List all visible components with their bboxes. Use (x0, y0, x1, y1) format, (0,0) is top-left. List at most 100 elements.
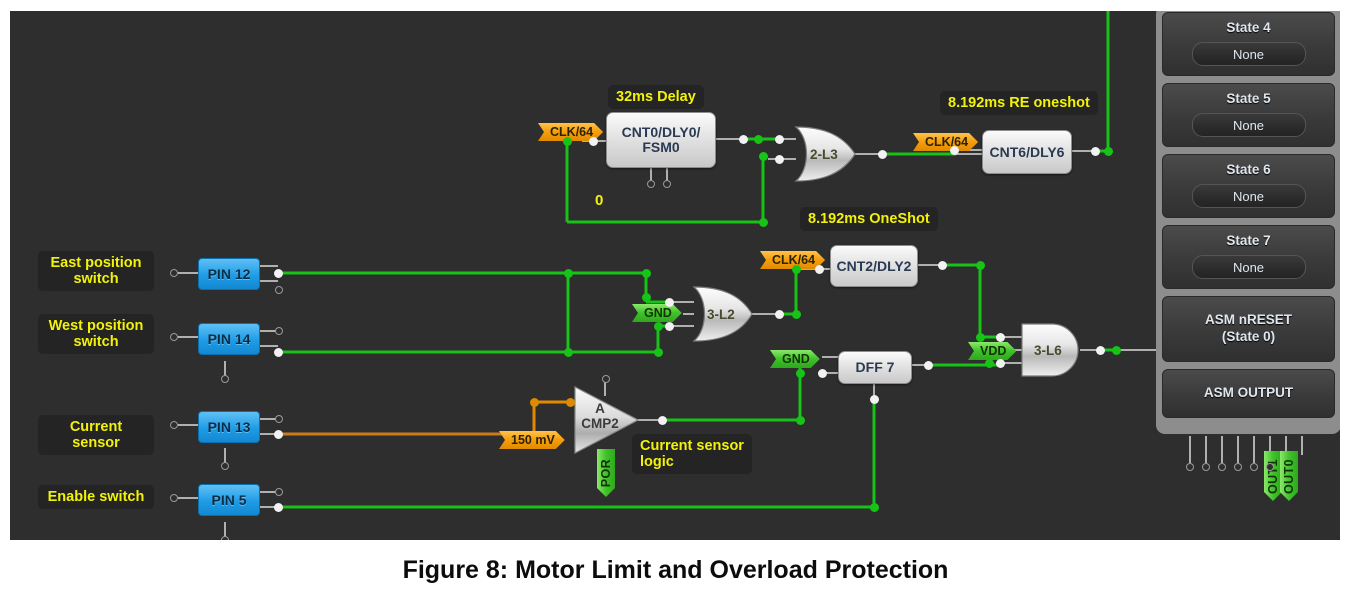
cnt0-out-junction-node[interactable] (754, 135, 763, 144)
pin-12-out-node-a[interactable] (274, 269, 283, 278)
gate-3l6-out-junction[interactable] (1112, 346, 1121, 355)
pin-5-input-node[interactable] (170, 494, 178, 502)
figure-caption: Figure 8: Motor Limit and Overload Prote… (402, 556, 949, 584)
label-current-sensor: Current sensor (38, 415, 154, 455)
pin-12-out-node-b[interactable] (275, 286, 283, 294)
cnt6-clk-input-node[interactable] (950, 146, 959, 155)
crossrail-bottom-junction[interactable] (564, 348, 573, 357)
comparator-top-node[interactable] (602, 375, 610, 383)
asm-nreset-card[interactable]: ASM nRESET (State 0) (1162, 296, 1335, 362)
asm-state-panel: State 4 None State 5 None State 6 None S… (1156, 11, 1340, 434)
comparator-in-junction-a[interactable] (530, 398, 539, 407)
comparator-out-junction[interactable] (796, 416, 805, 425)
cnt6-out-junction-node[interactable] (1104, 147, 1113, 156)
pin-5-bottom-node[interactable] (221, 536, 229, 540)
gate-2l3-input-b-node[interactable] (775, 155, 784, 164)
pin-13-bottom-node[interactable] (221, 462, 229, 470)
gate-3l6-out-node[interactable] (1096, 346, 1105, 355)
gate-3l6-input-c-junction[interactable] (985, 359, 994, 368)
schematic-canvas: 32ms Delay 8.192ms RE oneshot 8.192ms On… (10, 11, 1340, 540)
tag-out1[interactable]: OUT1 (1264, 451, 1282, 501)
pin-13-input-node[interactable] (170, 421, 178, 429)
asm-output-pin-1[interactable] (1186, 463, 1194, 471)
gate-3l2-out-node[interactable] (775, 310, 784, 319)
block-cnt6-dly6[interactable]: CNT6/DLY6 (982, 130, 1072, 174)
state-7-value[interactable]: None (1191, 255, 1306, 279)
tag-gnd-dff7[interactable]: GND (770, 350, 820, 368)
state-5-value[interactable]: None (1191, 113, 1306, 137)
clk64-junction-node[interactable] (563, 137, 572, 146)
annotation-zero: 0 (595, 192, 604, 209)
pin12-rail-junction[interactable] (642, 269, 651, 278)
zero-rail-junction-node[interactable] (759, 218, 768, 227)
state-6-value[interactable]: None (1191, 184, 1306, 208)
gate-3l2-out-junction[interactable] (792, 310, 801, 319)
cnt0-bottom-node-a[interactable] (647, 180, 655, 188)
pin-14-out-node-a[interactable] (275, 327, 283, 335)
tag-vdd-3l6[interactable]: VDD (968, 342, 1016, 360)
state-6-card[interactable]: State 6 None (1162, 154, 1335, 218)
state-4-card[interactable]: State 4 None (1162, 12, 1335, 76)
asm-output-pin-6[interactable] (1266, 463, 1274, 471)
gate-3l2-input-a-junction[interactable] (642, 293, 651, 302)
tag-out0[interactable]: OUT0 (1280, 451, 1298, 501)
tag-por[interactable]: POR (597, 449, 615, 497)
block-cnt2-dly2[interactable]: CNT2/DLY2 (830, 245, 918, 287)
cnt2-out-node[interactable] (938, 261, 947, 270)
comparator-in-junction-b[interactable] (566, 398, 575, 407)
gate-3l6-input-c-node[interactable] (996, 359, 1005, 368)
pin-5-out-node-b[interactable] (274, 503, 283, 512)
dff7-bottom-node[interactable] (870, 395, 879, 404)
comparator-out-node[interactable] (658, 416, 667, 425)
pin-13-out-node-a[interactable] (275, 415, 283, 423)
tag-gnd-3l2[interactable]: GND (632, 304, 682, 322)
cnt6-out-node[interactable] (1091, 147, 1100, 156)
pin-5-out-node-a[interactable] (275, 488, 283, 496)
gate-2l3-out-node[interactable] (878, 150, 887, 159)
crossrail-top-junction[interactable] (564, 269, 573, 278)
gate-3l6-input-a-junction[interactable] (976, 333, 985, 342)
state-7-card[interactable]: State 7 None (1162, 225, 1335, 289)
asm-output-pin-4[interactable] (1234, 463, 1242, 471)
pin-14-bottom-node[interactable] (221, 375, 229, 383)
cnt2-out-junction[interactable] (976, 261, 985, 270)
asm-output-pin-3[interactable] (1218, 463, 1226, 471)
tag-clk64-cnt6[interactable]: CLK/64 (913, 133, 978, 151)
pin-14-out-node-b[interactable] (274, 348, 283, 357)
gate-2l3-input-b-junction[interactable] (759, 152, 768, 161)
annotation-oneshot: 8.192ms OneShot (800, 207, 938, 231)
state-4-value[interactable]: None (1191, 42, 1306, 66)
pin-12-block[interactable]: PIN 12 (198, 258, 260, 290)
pin-5-block[interactable]: PIN 5 (198, 484, 260, 516)
asm-output-pin-2[interactable] (1202, 463, 1210, 471)
asm-output-card[interactable]: ASM OUTPUT (1162, 369, 1335, 418)
state-5-card[interactable]: State 5 None (1162, 83, 1335, 147)
annotation-re-oneshot: 8.192ms RE oneshot (940, 91, 1098, 115)
dff7-input-b-node[interactable] (818, 369, 827, 378)
block-cnt0-dly0-fsm0[interactable]: CNT0/DLY0/ FSM0 (606, 112, 716, 168)
gate-3l2-input-c-junction[interactable] (654, 322, 663, 331)
pin-14-input-node[interactable] (170, 333, 178, 341)
gate-2l3-input-a-node[interactable] (775, 135, 784, 144)
block-dff7[interactable]: DFF 7 (838, 351, 912, 384)
gate-3l2-input-a-node[interactable] (665, 298, 674, 307)
cnt2-clk-input-node[interactable] (815, 265, 824, 274)
pin-12-input-node[interactable] (170, 269, 178, 277)
cnt0-out-node[interactable] (739, 135, 748, 144)
cnt0-clk-input-node[interactable] (589, 137, 598, 146)
gate-3l2-input-c-node[interactable] (665, 322, 674, 331)
pin-13-out-node-b[interactable] (274, 430, 283, 439)
gate-3l6-input-a-node[interactable] (996, 333, 1005, 342)
label-east-position-switch: East position switch (38, 251, 154, 291)
cnt0-bottom-node-b[interactable] (663, 180, 671, 188)
pin-13-block[interactable]: PIN 13 (198, 411, 260, 443)
dff7-out-node[interactable] (924, 361, 933, 370)
pin5-rail-junction[interactable] (870, 503, 879, 512)
tag-150mv-threshold[interactable]: 150 mV (499, 431, 565, 449)
asm-output-pin-5[interactable] (1250, 463, 1258, 471)
pin-14-block[interactable]: PIN 14 (198, 323, 260, 355)
dff7-input-b-junction[interactable] (796, 369, 805, 378)
pin14-rail-junction[interactable] (654, 348, 663, 357)
annotation-32ms-delay: 32ms Delay (608, 85, 704, 109)
cnt2-clk-junction[interactable] (792, 265, 801, 274)
